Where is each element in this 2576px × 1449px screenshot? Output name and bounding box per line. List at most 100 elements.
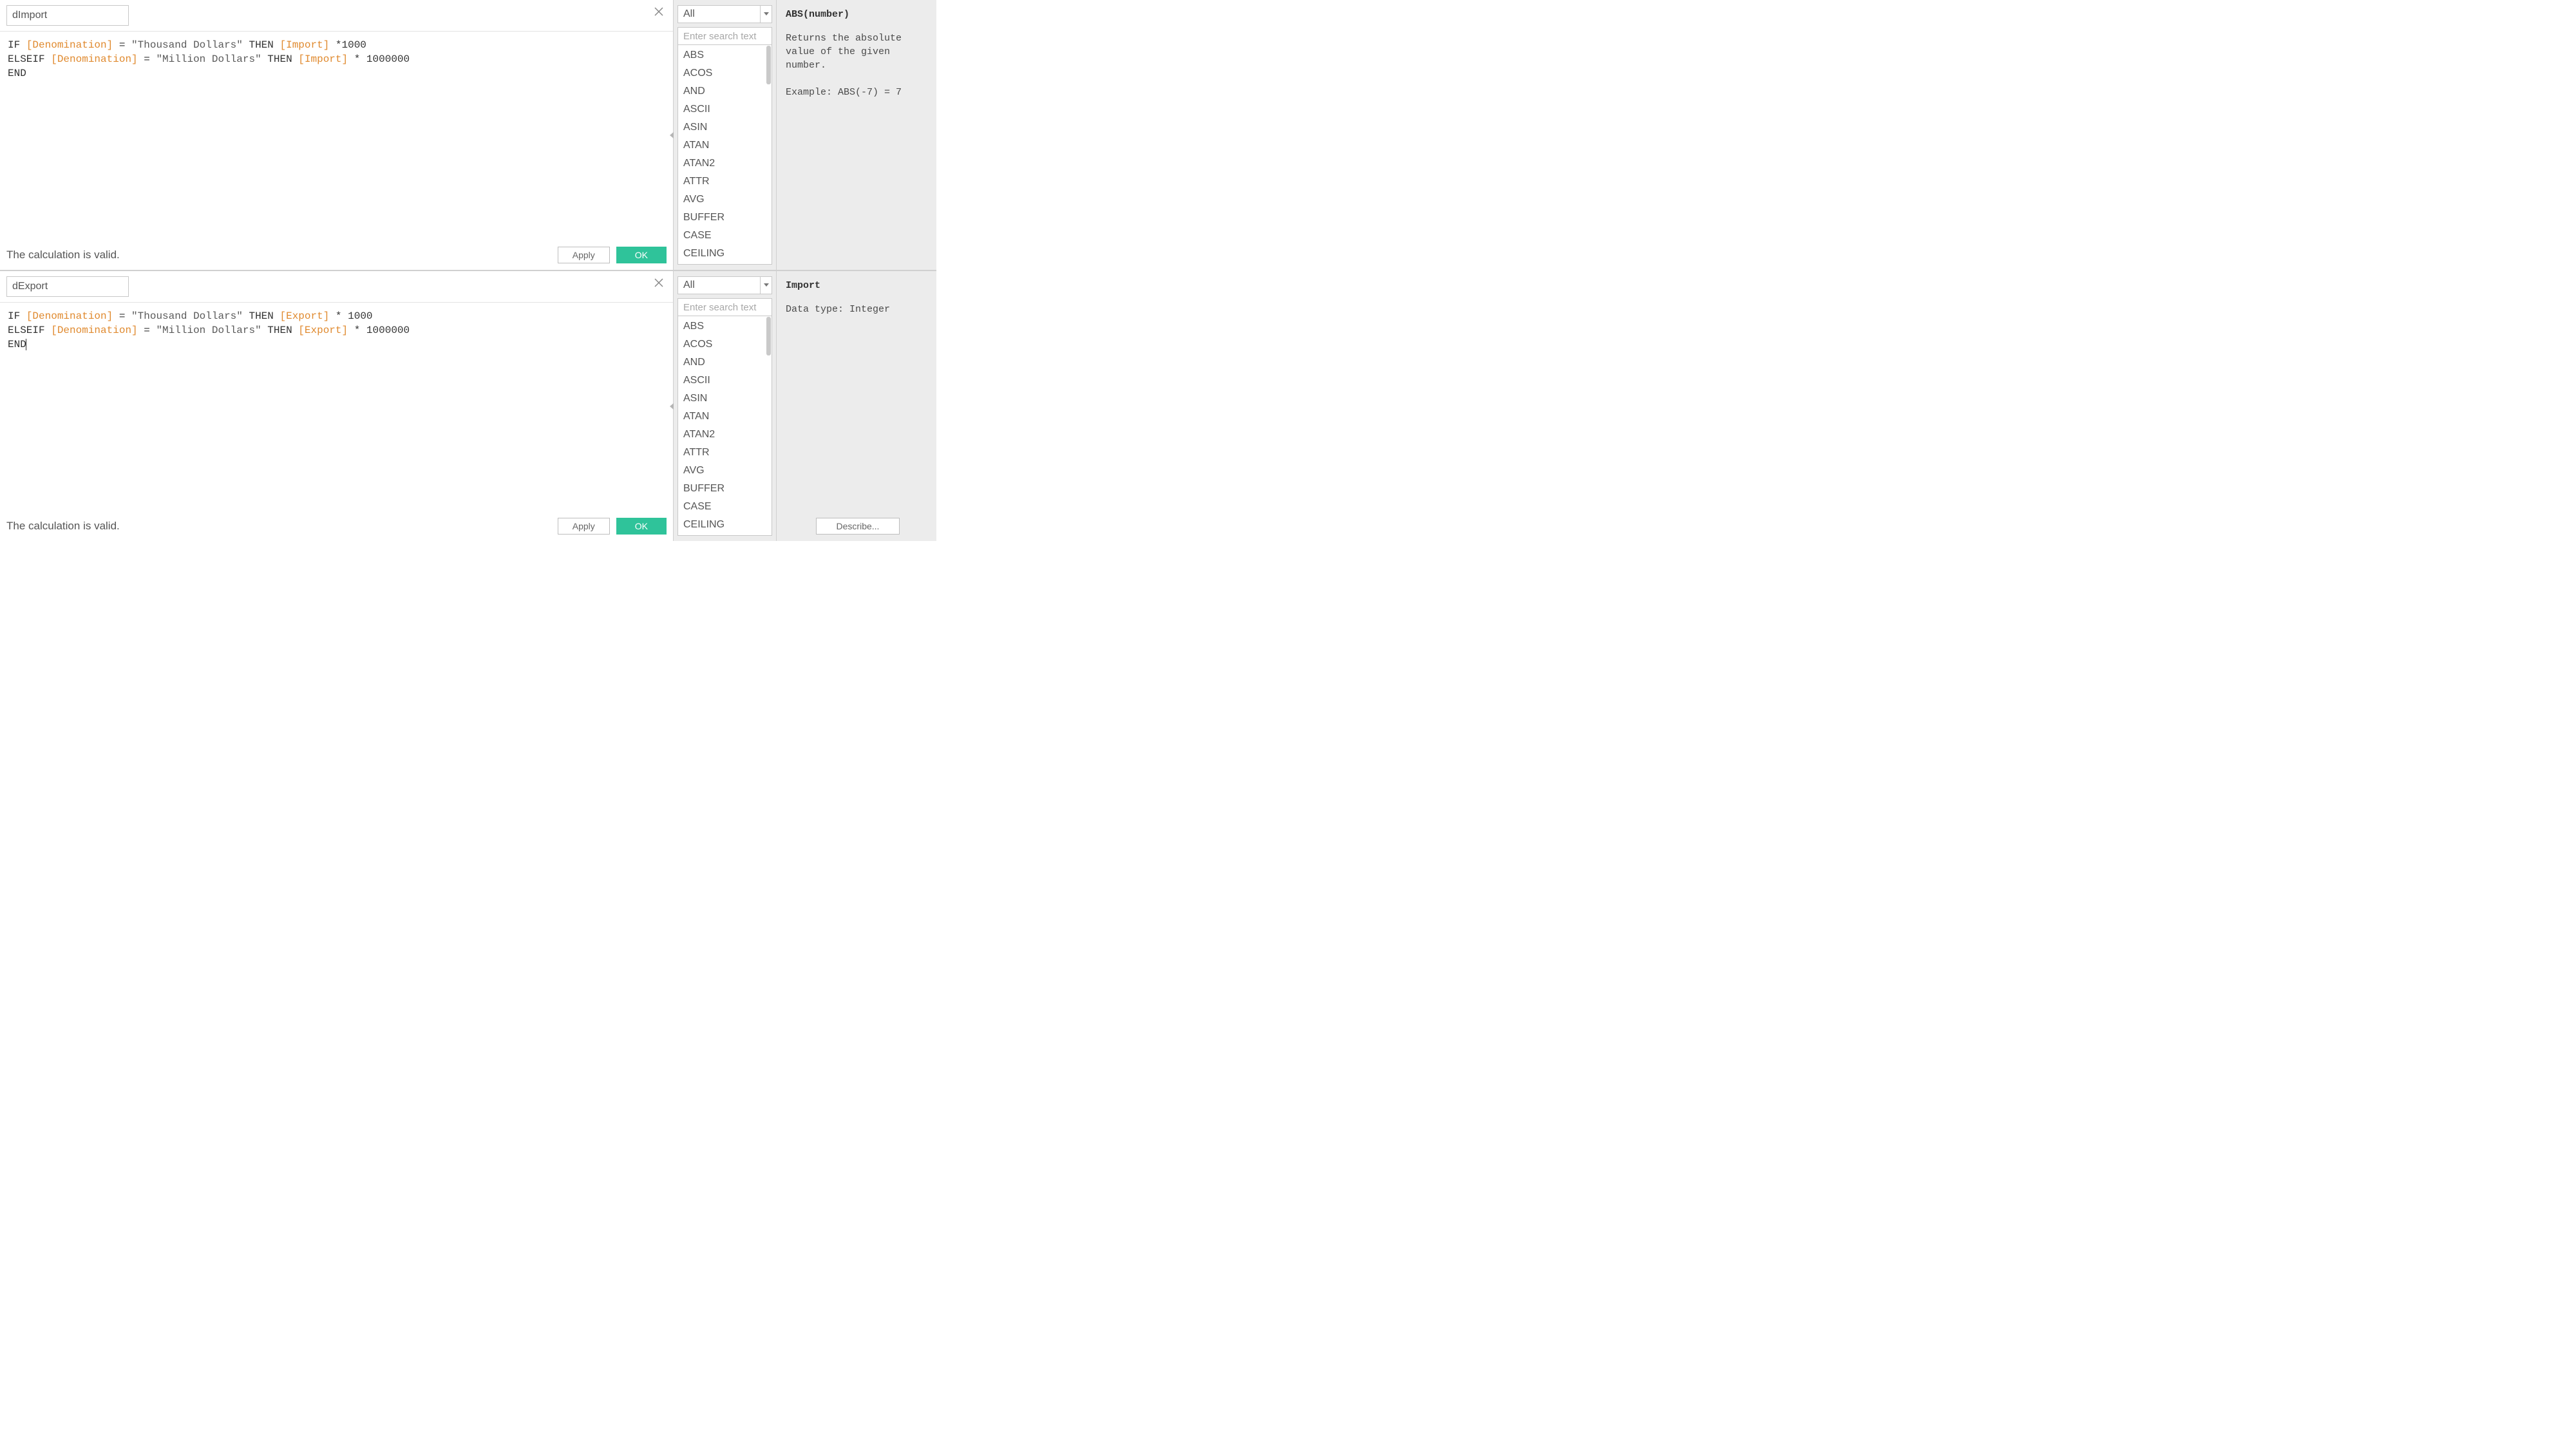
function-list-item[interactable]: AVG: [678, 462, 772, 480]
function-list-item[interactable]: ATAN: [678, 408, 772, 426]
dropdown-label: All: [678, 277, 760, 294]
code-token: THEN: [243, 310, 280, 322]
function-list-item[interactable]: CEILING: [678, 245, 772, 263]
function-list-item[interactable]: ACOS: [678, 64, 772, 82]
calc-name-input[interactable]: [6, 276, 129, 297]
code-token: 1000000: [366, 53, 410, 65]
function-list-item[interactable]: AVG: [678, 191, 772, 209]
ok-button[interactable]: OK: [616, 518, 667, 535]
function-list-item[interactable]: ASCII: [678, 100, 772, 118]
code-token: IF: [8, 310, 26, 322]
code-token: =: [138, 325, 156, 336]
function-search-input[interactable]: [677, 298, 772, 316]
code-token: IF: [8, 39, 26, 51]
collapse-handle-icon[interactable]: [668, 401, 674, 412]
code-token: THEN: [261, 325, 299, 336]
function-list-item[interactable]: ASIN: [678, 118, 772, 137]
code-token: "Million Dollars": [156, 53, 261, 65]
code-token: END: [8, 68, 26, 79]
doc-body: Returns the absolute value of the given …: [786, 32, 930, 263]
close-icon[interactable]: [654, 6, 667, 19]
code-token: THEN: [261, 53, 299, 65]
function-panel: All ABSACOSANDASCIIASINATANATAN2ATTRAVGBU…: [674, 271, 777, 541]
doc-body: Data type: Integer: [786, 303, 930, 515]
function-search-input[interactable]: [677, 27, 772, 45]
code-token: [Denomination]: [26, 310, 113, 322]
code-token: 1000: [348, 310, 372, 322]
validation-status: The calculation is valid.: [6, 249, 551, 261]
function-list-item[interactable]: ASIN: [678, 390, 772, 408]
function-category-dropdown[interactable]: All: [677, 276, 772, 294]
function-list-item[interactable]: ABS: [678, 317, 772, 336]
formula-editor[interactable]: IF [Denomination] = "Thousand Dollars" T…: [0, 303, 673, 514]
scrollbar-thumb[interactable]: [766, 46, 771, 84]
code-token: "Million Dollars": [156, 325, 261, 336]
doc-title: ABS(number): [786, 9, 930, 20]
function-list-item[interactable]: CASE: [678, 498, 772, 516]
function-list-item[interactable]: AND: [678, 354, 772, 372]
function-list-item[interactable]: BUFFER: [678, 209, 772, 227]
code-token: *: [329, 310, 348, 322]
function-list-item[interactable]: ATTR: [678, 444, 772, 462]
describe-button[interactable]: Describe...: [816, 518, 900, 535]
function-list-item[interactable]: BUFFER: [678, 480, 772, 498]
function-list-item[interactable]: ASCII: [678, 372, 772, 390]
code-token: 1000: [342, 39, 366, 51]
scrollbar-thumb[interactable]: [766, 317, 771, 355]
ok-button[interactable]: OK: [616, 247, 667, 263]
code-token: ELSEIF: [8, 325, 51, 336]
code-token: THEN: [243, 39, 280, 51]
chevron-down-icon: [760, 277, 772, 294]
function-list-item[interactable]: ATAN: [678, 137, 772, 155]
code-token: "Thousand Dollars": [131, 39, 243, 51]
code-token: [Denomination]: [51, 325, 137, 336]
calc-name-input[interactable]: [6, 5, 129, 26]
doc-panel: Import Data type: Integer Describe...: [777, 271, 936, 541]
calc-editor-pane: IF [Denomination] = "Thousand Dollars" T…: [0, 271, 936, 541]
code-token: END: [8, 339, 26, 350]
name-row: [0, 0, 673, 31]
chevron-down-icon: [760, 6, 772, 23]
doc-panel: ABS(number) Returns the absolute value of…: [777, 0, 936, 270]
code-token: "Thousand Dollars": [131, 310, 243, 322]
code-token: *: [348, 325, 366, 336]
validation-status: The calculation is valid.: [6, 520, 551, 533]
dropdown-label: All: [678, 6, 760, 23]
function-list[interactable]: ABSACOSANDASCIIASINATANATAN2ATTRAVGBUFFE…: [677, 45, 772, 265]
code-token: =: [138, 53, 156, 65]
code-token: *: [329, 39, 341, 51]
formula-editor[interactable]: IF [Denomination] = "Thousand Dollars" T…: [0, 32, 673, 243]
function-list-item[interactable]: AND: [678, 82, 772, 100]
function-list[interactable]: ABSACOSANDASCIIASINATANATAN2ATTRAVGBUFFE…: [677, 316, 772, 536]
code-token: [Denomination]: [26, 39, 113, 51]
name-row: [0, 271, 673, 302]
collapse-handle-icon[interactable]: [668, 129, 674, 141]
function-panel: All ABSACOSANDASCIIASINATANATAN2ATTRAVGBU…: [674, 0, 777, 270]
editor-left: IF [Denomination] = "Thousand Dollars" T…: [0, 0, 674, 270]
function-list-item[interactable]: ATAN2: [678, 426, 772, 444]
function-list-item[interactable]: ATTR: [678, 173, 772, 191]
function-category-dropdown[interactable]: All: [677, 5, 772, 23]
function-list-item[interactable]: CEILING: [678, 516, 772, 534]
code-token: [Import]: [298, 53, 348, 65]
function-list-item[interactable]: ATAN2: [678, 155, 772, 173]
close-icon[interactable]: [654, 278, 667, 290]
calc-editor-pane: IF [Denomination] = "Thousand Dollars" T…: [0, 0, 936, 271]
code-token: [Import]: [279, 39, 329, 51]
function-list-item[interactable]: ABS: [678, 46, 772, 64]
apply-button[interactable]: Apply: [558, 247, 610, 263]
function-list-item[interactable]: ACOS: [678, 336, 772, 354]
code-token: [Denomination]: [51, 53, 137, 65]
status-row: The calculation is valid. Apply OK: [0, 514, 673, 541]
code-token: =: [113, 39, 131, 51]
code-token: =: [113, 310, 131, 322]
doc-title: Import: [786, 280, 930, 291]
apply-button[interactable]: Apply: [558, 518, 610, 535]
code-token: 1000000: [366, 325, 410, 336]
function-list-item[interactable]: CASE: [678, 227, 772, 245]
code-token: *: [348, 53, 366, 65]
describe-row: Describe...: [786, 515, 930, 535]
code-token: [Export]: [298, 325, 348, 336]
status-row: The calculation is valid. Apply OK: [0, 243, 673, 270]
code-token: ELSEIF: [8, 53, 51, 65]
